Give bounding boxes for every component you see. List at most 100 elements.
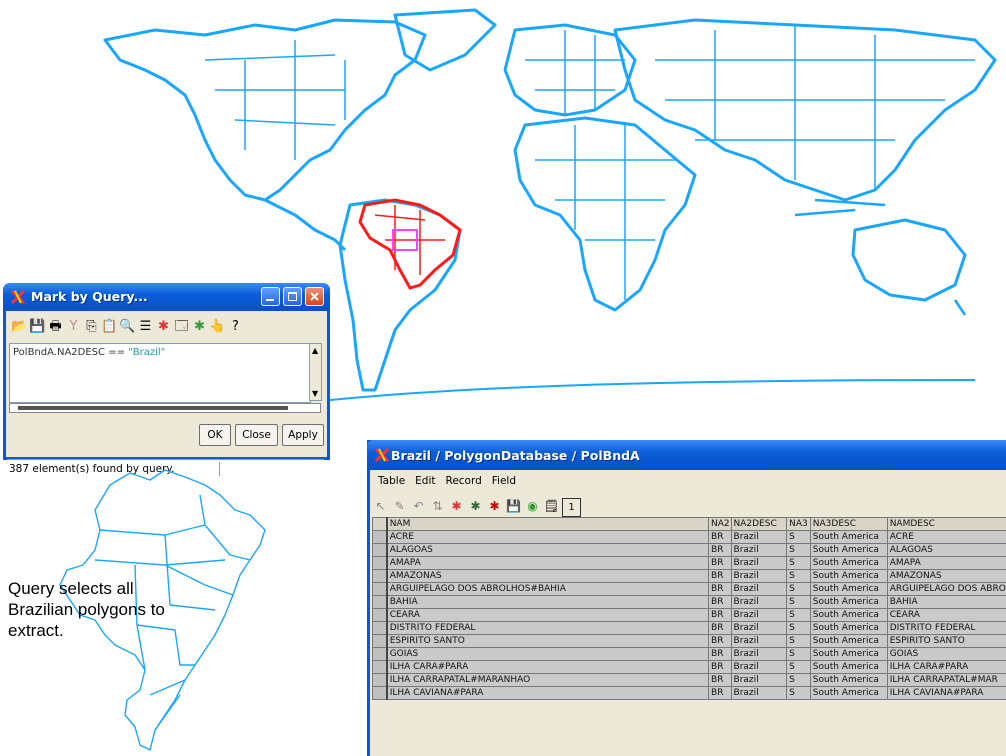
form-icon[interactable]: 🗒	[543, 498, 560, 515]
cell-na2[interactable]: BR	[708, 647, 732, 661]
cell-na3desc[interactable]: South America	[809, 621, 888, 635]
cell-na2[interactable]: BR	[708, 621, 732, 635]
menu-record[interactable]: Record	[446, 475, 482, 487]
mark-all-icon[interactable]: ✱	[467, 498, 484, 515]
cell-na2desc[interactable]: Brazil	[730, 608, 788, 622]
minimize-button[interactable]	[261, 287, 280, 306]
cell-na3[interactable]: S	[786, 556, 811, 570]
cell-namdesc[interactable]: DISTRITO FEDERAL	[886, 621, 1006, 635]
row-selector[interactable]	[371, 673, 388, 687]
cell-na3desc[interactable]: South America	[809, 673, 888, 687]
pointer-icon[interactable]: ↖	[372, 498, 389, 515]
print-icon[interactable]: 🖶	[47, 318, 64, 335]
cell-namdesc[interactable]: CEARA	[886, 608, 1006, 622]
table-row[interactable]: ILHA CARA#PARA BR Brazil S South America ILHA…	[371, 660, 1006, 674]
cell-namdesc[interactable]: ILHA CARRAPATAL#MAR	[886, 673, 1006, 687]
menu-table[interactable]: Table	[378, 475, 405, 487]
row-selector-header[interactable]	[371, 517, 388, 531]
row-selector[interactable]	[371, 569, 388, 583]
ok-button[interactable]: OK	[199, 424, 231, 446]
cell-nam[interactable]: ILHA CARRAPATAL#MARANHAO	[385, 673, 710, 687]
query-editor[interactable]: PolBndA.NA2DESC == "Brazil"	[9, 343, 311, 403]
undo-icon[interactable]: ↶	[410, 498, 427, 515]
table-row[interactable]: AMAPA BR Brazil S South America AMAPA	[371, 556, 1006, 570]
cell-nam[interactable]: DISTRITO FEDERAL	[385, 621, 710, 635]
cell-nam[interactable]: ILHA CAVIANA#PARA	[385, 686, 710, 700]
cell-na3[interactable]: S	[786, 569, 811, 583]
cell-nam[interactable]: ILHA CARA#PARA	[385, 660, 710, 674]
mark-icon[interactable]: ✱	[448, 498, 465, 515]
apply-button[interactable]: Apply	[282, 424, 324, 446]
cell-na3[interactable]: S	[786, 582, 811, 596]
query-icon[interactable]: ◉	[524, 498, 541, 515]
cell-na2[interactable]: BR	[708, 634, 732, 648]
row-selector[interactable]	[371, 543, 388, 557]
record-number-icon[interactable]: 1	[562, 498, 581, 517]
cell-na3[interactable]: S	[786, 686, 811, 700]
table-row[interactable]: BAHIA BR Brazil S South America BAHIA	[371, 595, 1006, 609]
cell-na3desc[interactable]: South America	[809, 634, 888, 648]
close-window-button[interactable]	[305, 287, 324, 306]
table-titlebar[interactable]: Brazil / PolygonDatabase / PolBndA	[367, 440, 1006, 470]
cell-namdesc[interactable]: ACRE	[886, 530, 1006, 544]
cell-na2desc[interactable]: Brazil	[730, 621, 788, 635]
cell-nam[interactable]: AMAZONAS	[385, 569, 710, 583]
unmark-icon[interactable]: ✱	[486, 498, 503, 515]
cell-namdesc[interactable]: ARGUIPELAGO DOS ABRO	[886, 582, 1006, 596]
column-header-nam[interactable]: NAM	[385, 517, 710, 531]
cell-namdesc[interactable]: ILHA CAVIANA#PARA	[886, 686, 1006, 700]
cell-namdesc[interactable]: AMAZONAS	[886, 569, 1006, 583]
cell-na3[interactable]: S	[786, 647, 811, 661]
cell-na2desc[interactable]: Brazil	[730, 556, 788, 570]
table-row[interactable]: CEARA BR Brazil S South America CEARA	[371, 608, 1006, 622]
cell-na2desc[interactable]: Brazil	[730, 647, 788, 661]
find-icon[interactable]: 🔍	[119, 318, 136, 335]
cell-na3desc[interactable]: South America	[809, 647, 888, 661]
column-header-na3[interactable]: NA3	[786, 517, 811, 531]
table-row[interactable]: ILHA CARRAPATAL#MARANHAO BR Brazil S South A…	[371, 673, 1006, 687]
column-header-na3desc[interactable]: NA3DESC	[809, 517, 888, 531]
cell-na3[interactable]: S	[786, 543, 811, 557]
row-selector[interactable]	[371, 634, 388, 648]
table-row[interactable]: ALAGOAS BR Brazil S South America ALAGOAS	[371, 543, 1006, 557]
window-icon[interactable]: 🗔	[173, 318, 190, 335]
cell-namdesc[interactable]: BAHIA	[886, 595, 1006, 609]
scroll-up-icon[interactable]: ▲	[312, 346, 318, 355]
close-button[interactable]: Close	[235, 424, 278, 446]
cell-na3desc[interactable]: South America	[809, 556, 888, 570]
cell-nam[interactable]: AMAPA	[385, 556, 710, 570]
cell-na2[interactable]: BR	[708, 569, 732, 583]
cell-na3[interactable]: S	[786, 530, 811, 544]
row-selector[interactable]	[371, 595, 388, 609]
cell-na2desc[interactable]: Brazil	[730, 569, 788, 583]
cell-namdesc[interactable]: ALAGOAS	[886, 543, 1006, 557]
cell-na2[interactable]: BR	[708, 595, 732, 609]
cell-na3[interactable]: S	[786, 634, 811, 648]
select-icon[interactable]: ✎	[391, 498, 408, 515]
save-icon[interactable]: 💾	[29, 318, 46, 335]
row-selector[interactable]	[371, 556, 388, 570]
table-row[interactable]: ACRE BR Brazil S South America ACRE	[371, 530, 1006, 544]
row-selector[interactable]	[371, 621, 388, 635]
column-header-na2desc[interactable]: NA2DESC	[730, 517, 788, 531]
cell-nam[interactable]: ACRE	[385, 530, 710, 544]
query-vertical-scrollbar[interactable]: ▲ ▼	[309, 343, 322, 401]
cell-na3desc[interactable]: South America	[809, 582, 888, 596]
column-header-na2[interactable]: NA2	[708, 517, 732, 531]
cell-na3desc[interactable]: South America	[809, 660, 888, 674]
cell-na3desc[interactable]: South America	[809, 569, 888, 583]
query-horizontal-scrollbar[interactable]	[9, 403, 321, 413]
cell-na2[interactable]: BR	[708, 660, 732, 674]
cell-nam[interactable]: ALAGOAS	[385, 543, 710, 557]
cell-namdesc[interactable]: AMAPA	[886, 556, 1006, 570]
cell-na2desc[interactable]: Brazil	[730, 673, 788, 687]
cell-nam[interactable]: ESPIRITO SANTO	[385, 634, 710, 648]
copy-icon[interactable]: ⎘	[83, 318, 100, 335]
cell-na3desc[interactable]: South America	[809, 608, 888, 622]
cell-na3desc[interactable]: South America	[809, 530, 888, 544]
cell-na3[interactable]: S	[786, 660, 811, 674]
open-icon[interactable]: 📂	[11, 318, 28, 335]
cell-na2[interactable]: BR	[708, 608, 732, 622]
dialog-titlebar[interactable]: Mark by Query...	[3, 283, 330, 311]
table-row[interactable]: AMAZONAS BR Brazil S South America AMAZONAS	[371, 569, 1006, 583]
